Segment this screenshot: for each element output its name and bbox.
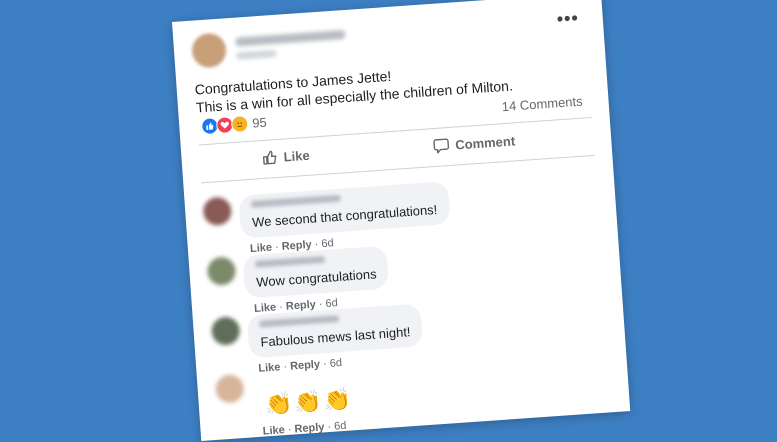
like-button-label: Like (283, 147, 311, 165)
post-header (190, 24, 347, 69)
commenter-avatar[interactable] (210, 316, 241, 346)
comment-age: 6d (325, 297, 339, 310)
like-button[interactable]: Like (261, 147, 310, 166)
comment-bubble: Wow congratulations (242, 245, 390, 299)
comment-button[interactable]: Comment (433, 132, 516, 154)
comment-bubble: We second that congratulations! (238, 181, 451, 239)
comment-emoji-body: 👏👏👏 (251, 366, 366, 422)
comment-meta: Like · Reply · 6d (262, 419, 347, 438)
commenter-avatar[interactable] (214, 373, 245, 404)
author-name-blurred (235, 29, 346, 60)
commenter-name-blurred (250, 194, 341, 208)
thumbs-up-icon (262, 150, 277, 165)
comment-button-label: Comment (454, 132, 516, 153)
reactions-summary[interactable]: 95 (200, 114, 268, 136)
comment-item: We second that congratulations! Like · R… (202, 181, 451, 258)
more-options-icon[interactable]: ••• (556, 8, 579, 30)
reaction-count: 95 (251, 114, 268, 131)
commenter-avatar[interactable] (206, 256, 237, 287)
comment-icon (433, 138, 450, 154)
comment-item: 👏👏👏 Like · Reply · 6d (214, 366, 367, 441)
care-icon (230, 114, 249, 134)
comment-reply-link[interactable]: Reply (294, 421, 325, 435)
comment-text: We second that congratulations! (251, 201, 438, 230)
comment-text: Wow congratulations (255, 266, 378, 290)
comment-age: 6d (333, 419, 347, 433)
commenter-name-blurred (259, 315, 340, 328)
post-text: Congratulations to James Jette! This is … (194, 58, 513, 116)
commenter-avatar[interactable] (202, 196, 233, 227)
commenter-name-blurred (263, 376, 334, 382)
comment-like-link[interactable]: Like (262, 424, 285, 438)
author-avatar[interactable] (190, 32, 228, 69)
post-card: ••• Congratulations to James Jette! This… (172, 0, 631, 441)
comments-count-link[interactable]: 14 Comments (501, 94, 583, 115)
comment-age: 6d (320, 237, 335, 251)
divider-bottom (201, 154, 595, 184)
comment-text: Fabulous mews last night! (260, 324, 411, 350)
clapping-hands-icon: 👏👏👏 (264, 386, 354, 418)
commenter-name-blurred (254, 255, 326, 268)
